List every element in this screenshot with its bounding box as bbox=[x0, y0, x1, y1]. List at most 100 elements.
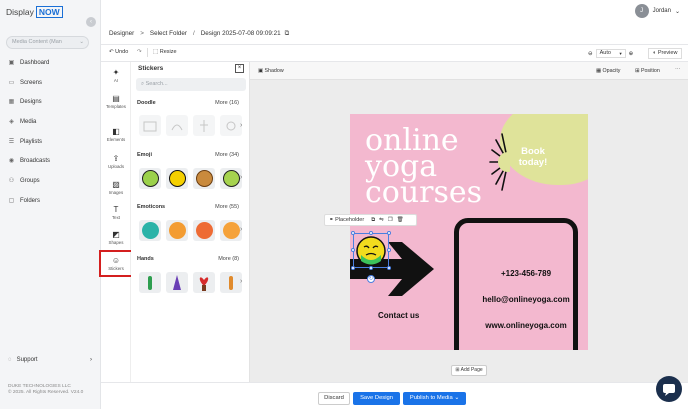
chevron-right-icon[interactable]: › bbox=[240, 226, 242, 233]
sidebar-item-screens[interactable]: ▭ Screens bbox=[8, 78, 42, 87]
zoom-select[interactable]: Auto ▼ bbox=[595, 49, 626, 58]
email-text[interactable]: hello@onlineyoga.com bbox=[463, 295, 588, 304]
more-hands-link[interactable]: More (8) bbox=[218, 256, 239, 262]
duplicate-icon[interactable]: ❐ bbox=[388, 217, 393, 223]
resize-handle[interactable] bbox=[351, 266, 355, 270]
sticker-thumb[interactable] bbox=[166, 220, 188, 241]
phone-outline-shape[interactable] bbox=[454, 218, 578, 350]
shapes-icon: ◩ bbox=[112, 230, 120, 239]
sticker-thumb[interactable] bbox=[166, 168, 188, 189]
sidebar-item-groups[interactable]: ⚇ Groups bbox=[8, 176, 40, 185]
more-doodle-link[interactable]: More (16) bbox=[215, 100, 239, 106]
breadcrumb-designer[interactable]: Designer bbox=[109, 30, 134, 37]
opacity-button[interactable]: ▦ Opacity bbox=[596, 68, 620, 74]
collapse-sidebar-button[interactable]: ‹ bbox=[86, 17, 96, 27]
sticker-thumb[interactable] bbox=[166, 272, 188, 293]
resize-handle[interactable] bbox=[351, 231, 355, 235]
chevron-right-icon[interactable]: › bbox=[240, 278, 242, 285]
zoom-in-icon[interactable]: ⊕ bbox=[629, 51, 634, 57]
sidebar-item-label: Screens bbox=[20, 79, 43, 86]
sticker-thumb[interactable] bbox=[193, 115, 215, 136]
rail-elements[interactable]: ◧ Elements bbox=[101, 127, 131, 142]
sidebar-item-designs[interactable]: ▦ Designs bbox=[8, 97, 42, 106]
rail-images[interactable]: ▨ Images bbox=[101, 180, 131, 195]
shadow-button[interactable]: ▣ Shadow bbox=[258, 68, 284, 74]
resize-handle[interactable] bbox=[351, 248, 355, 252]
layer-icon[interactable]: ⧉ bbox=[371, 217, 375, 224]
breadcrumb-folder[interactable]: Select Folder bbox=[150, 30, 187, 37]
broadcast-icon: ◉ bbox=[8, 158, 15, 164]
resize-handle[interactable] bbox=[387, 248, 391, 252]
rail-uploads[interactable]: ⇪ Uploads bbox=[101, 154, 131, 169]
rail-text[interactable]: T Text bbox=[101, 205, 131, 220]
rail-shapes[interactable]: ◩ Shapes bbox=[101, 230, 131, 245]
selection-box bbox=[353, 233, 389, 268]
undo-icon: ↶ bbox=[109, 49, 114, 55]
media-content-select[interactable]: Media Content (Man ⌄ bbox=[6, 36, 89, 49]
redo-button[interactable]: ↷ bbox=[137, 49, 142, 55]
sidebar-item-broadcasts[interactable]: ◉ Broadcasts bbox=[8, 156, 50, 165]
sticker-thumb[interactable] bbox=[139, 115, 161, 136]
publish-to-media-button[interactable]: Publish to Media ⌄ bbox=[403, 392, 466, 405]
resize-button[interactable]: ⬚ Resize bbox=[147, 48, 177, 57]
copy-icon[interactable]: ⧉ bbox=[285, 30, 290, 38]
panel-title: Stickers bbox=[138, 65, 164, 72]
sticker-thumb[interactable] bbox=[220, 115, 242, 136]
undo-button[interactable]: ↶ Undo bbox=[109, 49, 128, 55]
caret-down-icon: ▼ bbox=[618, 51, 623, 56]
search-placeholder: Search... bbox=[145, 81, 168, 87]
sticker-thumb[interactable] bbox=[166, 115, 188, 136]
chevron-right-icon[interactable]: › bbox=[240, 122, 242, 129]
sidebar-item-playlists[interactable]: ☰ Playlists bbox=[8, 137, 42, 146]
phone-number-text[interactable]: +123-456-789 bbox=[463, 269, 588, 278]
rotate-handle-icon[interactable]: ↻ bbox=[367, 275, 375, 283]
rail-templates[interactable]: ▤ Templates bbox=[101, 94, 131, 109]
trash-icon[interactable]: 🗑 bbox=[397, 217, 404, 223]
sticker-thumb[interactable] bbox=[139, 220, 161, 241]
contact-us-text[interactable]: Contact us bbox=[378, 311, 419, 320]
sticker-thumb[interactable] bbox=[220, 220, 242, 241]
sidebar-item-folders[interactable]: ▢ Folders bbox=[8, 196, 40, 205]
placeholder-button[interactable]: ⚭ Placeholder bbox=[329, 217, 364, 223]
sick-emoji-icon bbox=[141, 170, 159, 187]
sidebar-item-dashboard[interactable]: ▣ Dashboard bbox=[8, 58, 50, 67]
smile-emoticon-icon bbox=[222, 222, 240, 239]
sticker-search-input[interactable]: ⌕ Search... bbox=[136, 78, 246, 91]
save-design-button[interactable]: Save Design bbox=[353, 392, 400, 405]
preview-button[interactable]: ◐ Preview bbox=[648, 48, 683, 59]
resize-handle[interactable] bbox=[387, 231, 391, 235]
add-page-button[interactable]: ⊞ Add Page bbox=[451, 365, 487, 376]
resize-handle[interactable] bbox=[369, 231, 373, 235]
design-canvas[interactable]: online yoga courses Book today! +123-456… bbox=[350, 114, 588, 350]
discard-button[interactable]: Discard bbox=[318, 392, 350, 405]
more-emoticons-link[interactable]: More (55) bbox=[215, 204, 239, 210]
sticker-thumb[interactable] bbox=[139, 272, 161, 293]
position-button[interactable]: ⊞ Position bbox=[635, 68, 660, 74]
sidebar-item-media[interactable]: ◈ Media bbox=[8, 117, 36, 126]
user-menu[interactable]: J Jordan ⌄ bbox=[634, 4, 680, 18]
zoom-out-icon[interactable]: ⊖ bbox=[588, 51, 593, 57]
book-today-text[interactable]: Book today! bbox=[507, 146, 559, 168]
logo[interactable]: Display NOW bbox=[6, 6, 63, 18]
headline-line-3[interactable]: courses bbox=[365, 178, 482, 208]
flip-icon[interactable]: ⇋ bbox=[379, 217, 384, 223]
more-options-icon[interactable]: ⋯ bbox=[675, 67, 680, 73]
sticker-thumb[interactable] bbox=[193, 220, 215, 241]
sticker-thumb[interactable] bbox=[220, 272, 242, 293]
support-menu[interactable]: ◌ Support › bbox=[8, 357, 92, 363]
sticker-thumb[interactable] bbox=[193, 168, 215, 189]
website-text[interactable]: www.onlineyoga.com bbox=[463, 321, 588, 330]
resize-handle[interactable] bbox=[369, 266, 373, 270]
close-icon[interactable]: × bbox=[235, 64, 244, 73]
sticker-thumb[interactable] bbox=[139, 168, 161, 189]
breadcrumb-separator: > bbox=[140, 30, 144, 37]
chevron-right-icon[interactable]: › bbox=[240, 174, 242, 181]
position-label: Position bbox=[640, 68, 660, 74]
sticker-thumb[interactable] bbox=[220, 168, 242, 189]
sticker-thumb[interactable] bbox=[193, 272, 215, 293]
more-emoji-link[interactable]: More (34) bbox=[215, 152, 239, 158]
resize-handle[interactable] bbox=[387, 266, 391, 270]
chat-widget-button[interactable] bbox=[656, 376, 682, 402]
rail-ai[interactable]: ✦ AI bbox=[101, 68, 131, 83]
sidebar-item-label: Folders bbox=[20, 197, 41, 204]
